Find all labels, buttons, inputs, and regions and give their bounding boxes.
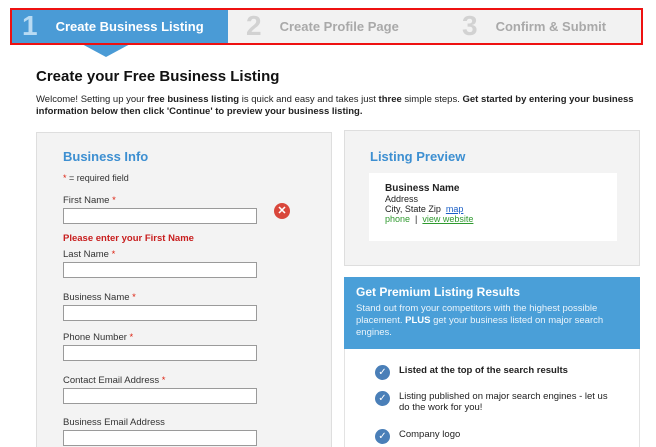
step-create-profile-page[interactable]: 2 Create Profile Page <box>228 9 448 43</box>
preview-business-name: Business Name <box>385 183 460 194</box>
premium-benefits-list: ✓ Listed at the top of the search result… <box>344 349 640 447</box>
premium-text: Stand out from your competitors with the… <box>356 303 628 339</box>
premium-plus: PLUS <box>405 315 431 326</box>
page-title: Create your Free Business Listing <box>36 68 280 85</box>
intro-bold: three <box>378 94 402 105</box>
first-name-input[interactable] <box>63 208 257 224</box>
first-name-error: Please enter your First Name <box>63 233 194 244</box>
check-icon: ✓ <box>375 391 390 406</box>
step-create-business-listing[interactable]: 1 Create Business Listing <box>12 9 228 57</box>
contact-email-label: Contact Email Address * <box>63 375 165 386</box>
preview-phone: phone <box>385 214 411 224</box>
benefit-item: ✓ Listing published on major search engi… <box>375 391 609 413</box>
label-text: Last Name <box>63 249 109 260</box>
step-number: 1 <box>22 10 38 41</box>
preview-address: Address <box>385 194 419 204</box>
business-name-label: Business Name * <box>63 292 136 303</box>
phone-number-label: Phone Number * <box>63 332 133 343</box>
business-info-heading: Business Info <box>63 149 149 164</box>
label-text: Phone Number <box>63 332 127 343</box>
check-icon: ✓ <box>375 429 390 444</box>
required-star: * <box>129 332 134 343</box>
preview-city-line: City, State Zip map <box>385 204 617 214</box>
intro-part: simple steps. <box>401 94 463 105</box>
required-star: * <box>161 375 166 386</box>
step-label: Confirm & Submit <box>495 18 607 34</box>
step-number: 2 <box>246 10 262 41</box>
intro-bold: free business listing <box>147 94 240 105</box>
last-name-label: Last Name * <box>63 249 115 260</box>
separator: | <box>415 214 418 224</box>
business-info-panel: Business Info * = required field First N… <box>36 132 332 447</box>
step-number: 3 <box>462 10 478 41</box>
preview-contact-line: phone | view website <box>385 214 617 224</box>
first-name-label: First Name * <box>63 195 116 206</box>
step-confirm-submit[interactable]: 3 Confirm & Submit <box>448 9 642 43</box>
benefit-text: Listed at the top of the search results <box>399 365 568 376</box>
label-text: First Name <box>63 195 110 206</box>
required-star: * <box>112 195 116 206</box>
listing-preview-heading: Listing Preview <box>370 149 466 164</box>
step-label: Create Profile Page <box>279 18 399 34</box>
business-email-label: Business Email Address <box>63 417 165 428</box>
steps-bar: 1 Create Business Listing 2 Create Profi… <box>12 9 642 57</box>
business-email-input[interactable] <box>63 430 257 446</box>
required-star: * <box>132 292 136 303</box>
required-field-note: * = required field <box>63 173 129 183</box>
benefit-text: Company logo <box>399 429 461 440</box>
intro-part: is quick and easy and takes just <box>239 94 379 105</box>
intro-part: Welcome! Setting up your <box>36 94 148 105</box>
active-step-pointer <box>80 43 132 57</box>
page: 1 Create Business Listing 2 Create Profi… <box>0 0 656 447</box>
preview-city: City, State Zip <box>385 204 441 214</box>
phone-number-input[interactable] <box>63 345 257 361</box>
benefit-item: ✓ Company logo <box>375 429 609 444</box>
label-text: Contact Email Address <box>63 375 160 386</box>
business-name-input[interactable] <box>63 305 257 321</box>
required-note-text: = required field <box>66 173 129 183</box>
benefit-item: ✓ Listed at the top of the search result… <box>375 365 609 380</box>
label-text: Business Email Address <box>63 417 165 428</box>
view-website-link[interactable]: view website <box>422 214 473 224</box>
contact-email-input[interactable] <box>63 388 257 404</box>
check-icon: ✓ <box>375 365 390 380</box>
required-star: * <box>111 249 116 260</box>
last-name-input[interactable] <box>63 262 257 278</box>
premium-heading: Get Premium Listing Results <box>356 285 521 299</box>
listing-preview-panel: Listing Preview Business Name Address Ci… <box>344 130 640 266</box>
premium-listing-banner: Get Premium Listing Results Stand out fr… <box>344 277 640 349</box>
error-x-icon: ✕ <box>274 203 290 219</box>
intro-text: Welcome! Setting up your free business l… <box>36 94 636 118</box>
listing-preview-card: Business Name Address City, State Zip ma… <box>369 173 617 241</box>
label-text: Business Name <box>63 292 130 303</box>
step-label: Create Business Listing <box>55 18 204 34</box>
benefit-text: Listing published on major search engine… <box>399 391 608 413</box>
map-link[interactable]: map <box>446 204 464 214</box>
